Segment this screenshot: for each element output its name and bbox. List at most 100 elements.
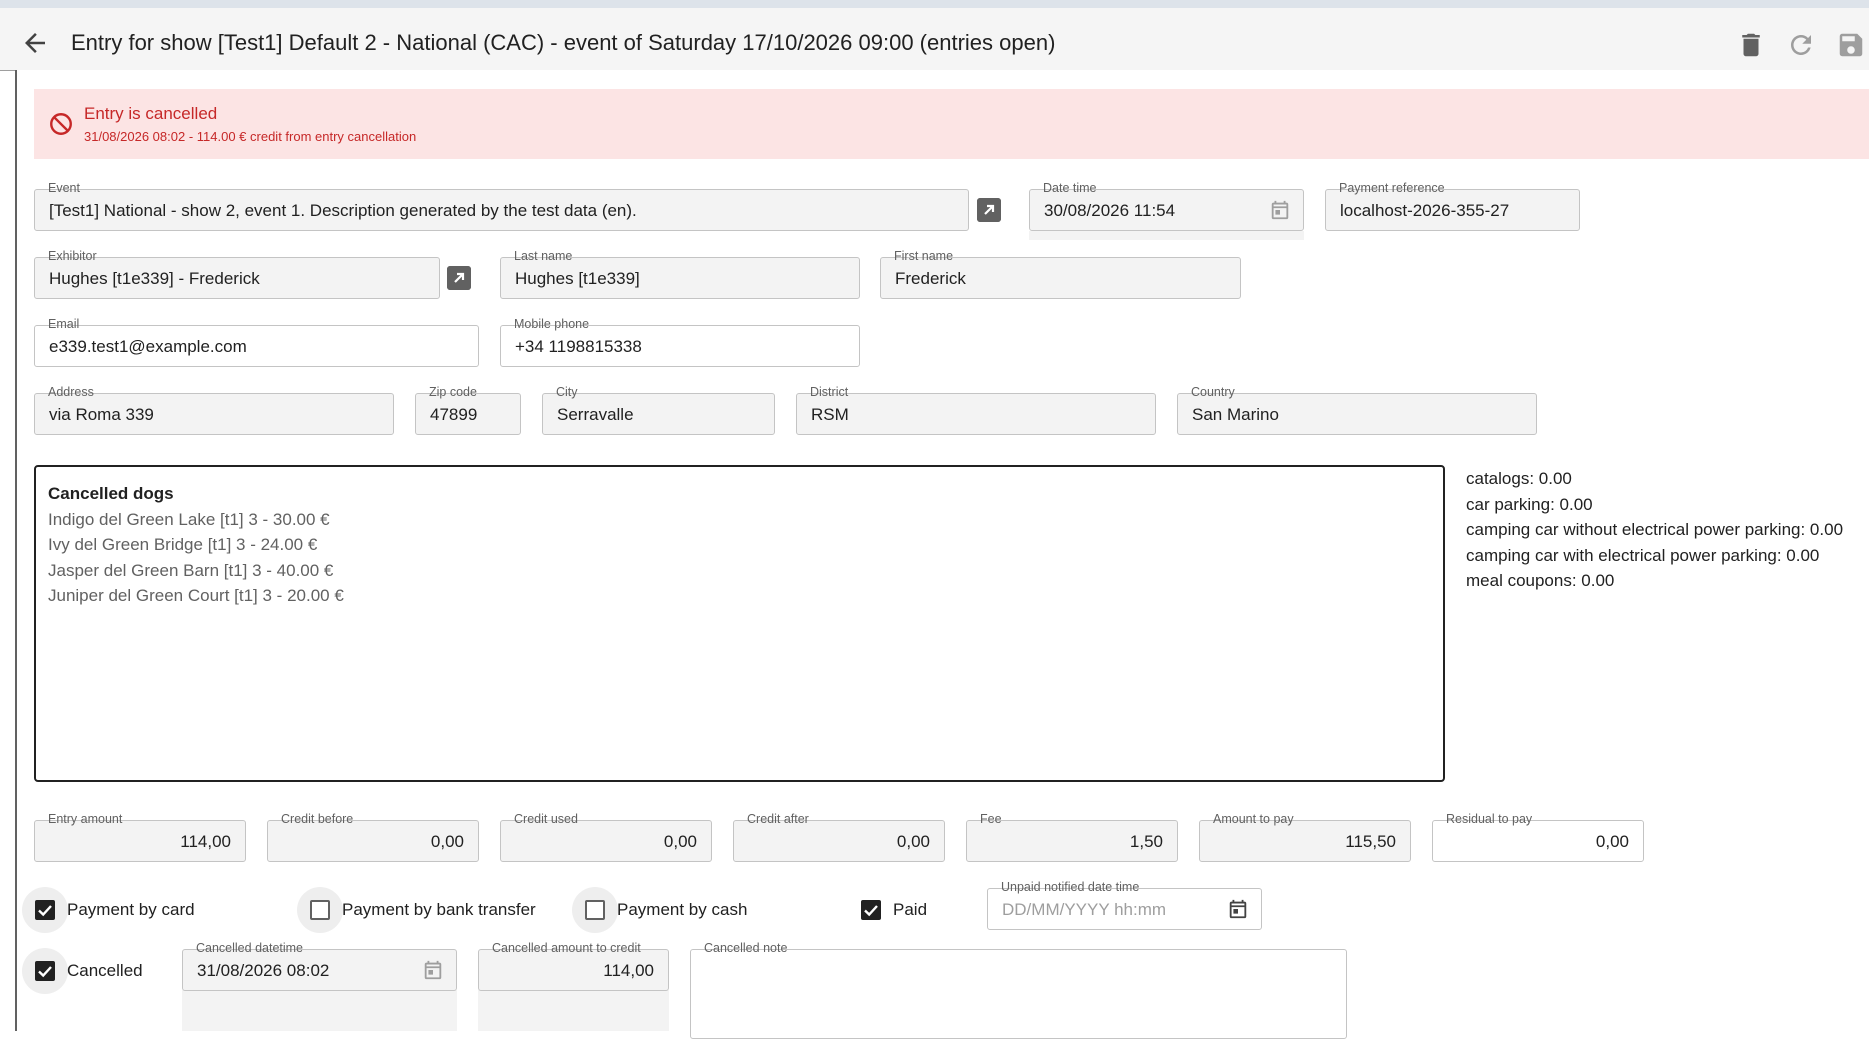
payment-by-cash-label: Payment by cash: [617, 900, 748, 919]
open-in-new-icon[interactable]: [977, 198, 1001, 222]
country-field[interactable]: Country San Marino: [1177, 385, 1537, 435]
amount-to-pay-field[interactable]: Amount to pay 115,50: [1199, 812, 1411, 862]
first-name-value: Frederick: [895, 269, 966, 288]
payment-by-bank-transfer-checkbox[interactable]: [297, 887, 343, 933]
top-strip: [0, 0, 1869, 8]
entry-amount-label: Entry amount: [45, 812, 126, 826]
address-value: via Roma 339: [49, 405, 154, 424]
exhibitor-field[interactable]: Exhibitor Hughes [t1e339] - Frederick: [34, 249, 440, 299]
residual-to-pay-value: 0,00: [1595, 832, 1629, 851]
exhibitor-value: Hughes [t1e339] - Frederick: [49, 269, 260, 288]
payment-by-cash-checkbox[interactable]: [572, 887, 618, 933]
undo-icon[interactable]: [1786, 30, 1816, 60]
last-name-field[interactable]: Last name Hughes [t1e339]: [500, 249, 860, 299]
extra-item: camping car with electrical power parkin…: [1466, 545, 1820, 565]
payment-by-card-checkbox[interactable]: [22, 887, 68, 933]
extra-item: car parking: 0.00: [1466, 494, 1593, 514]
calendar-icon[interactable]: [422, 959, 444, 981]
cancelled-amount-value: 114,00: [603, 961, 654, 980]
page-header: Entry for show [Test1] Default 2 - Natio…: [0, 8, 1869, 71]
zip-code-label: Zip code: [426, 385, 480, 399]
extras-list: catalogs: 0.00 car parking: 0.00 camping…: [1466, 466, 1843, 594]
payment-reference-label: Payment reference: [1336, 181, 1448, 195]
payment-by-bank-transfer-label: Payment by bank transfer: [342, 900, 536, 919]
exhibitor-label: Exhibitor: [45, 249, 100, 263]
residual-to-pay-label: Residual to pay: [1443, 812, 1536, 826]
cancelled-amount-field[interactable]: Cancelled amount to credit 114,00: [478, 941, 669, 991]
cancelled-datetime-field[interactable]: Cancelled datetime 31/08/2026 08:02: [182, 941, 457, 991]
alert-title: Entry is cancelled: [84, 104, 218, 123]
address-label: Address: [45, 385, 97, 399]
cancelled-alert: Entry is cancelled 31/08/2026 08:02 - 11…: [34, 89, 1869, 159]
cancelled-dogs-heading: Cancelled dogs: [48, 484, 174, 503]
zip-code-value: 47899: [430, 405, 478, 424]
save-icon[interactable]: [1836, 30, 1866, 60]
extra-item: camping car without electrical power par…: [1466, 520, 1844, 539]
first-name-field[interactable]: First name Frederick: [880, 249, 1241, 299]
event-field[interactable]: Event [Test1] National - show 2, event 1…: [34, 181, 969, 231]
credit-after-field[interactable]: Credit after 0,00: [733, 812, 945, 862]
date-time-value: 30/08/2026 11:54: [1044, 201, 1176, 220]
trash-icon[interactable]: [1736, 30, 1766, 60]
cancelled-datetime-label: Cancelled datetime: [193, 941, 307, 955]
dog-item: Jasper del Green Barn [t1] 3 - 40.00 €: [48, 561, 334, 580]
country-label: Country: [1188, 385, 1238, 399]
credit-used-field[interactable]: Credit used 0,00: [500, 812, 712, 862]
extra-item: meal coupons: 0.00: [1466, 571, 1615, 590]
paid-checkbox[interactable]: [848, 887, 894, 933]
date-time-field[interactable]: Date time 30/08/2026 11:54: [1029, 181, 1304, 231]
credit-used-value: 0,00: [663, 832, 697, 851]
fee-label: Fee: [977, 812, 1005, 826]
unpaid-notified-datetime-field[interactable]: Unpaid notified date time DD/MM/YYYY hh:…: [987, 880, 1262, 930]
district-field[interactable]: District RSM: [796, 385, 1156, 435]
last-name-value: Hughes [t1e339]: [515, 269, 640, 288]
email-label: Email: [45, 317, 83, 331]
calendar-icon[interactable]: [1269, 199, 1291, 221]
credit-before-label: Credit before: [278, 812, 357, 826]
payment-reference-field[interactable]: Payment reference localhost-2026-355-27: [1325, 181, 1580, 231]
address-field[interactable]: Address via Roma 339: [34, 385, 394, 435]
mobile-phone-label: Mobile phone: [511, 317, 593, 331]
unpaid-notified-datetime-label: Unpaid notified date time: [998, 880, 1143, 894]
last-name-label: Last name: [511, 249, 576, 263]
date-time-label: Date time: [1040, 181, 1100, 195]
email-field[interactable]: Email e339.test1@example.com: [34, 317, 479, 367]
credit-before-value: 0,00: [430, 832, 464, 851]
page-title: Entry for show [Test1] Default 2 - Natio…: [71, 30, 1056, 55]
mobile-phone-field[interactable]: Mobile phone +34 1198815338: [500, 317, 860, 367]
cancelled-datetime-value: 31/08/2026 08:02: [197, 961, 330, 980]
first-name-label: First name: [891, 249, 957, 263]
dog-item: Ivy del Green Bridge [t1] 3 - 24.00 €: [48, 535, 318, 554]
credit-before-field[interactable]: Credit before 0,00: [267, 812, 479, 862]
city-field[interactable]: City Serravalle: [542, 385, 775, 435]
entry-amount-value: 114,00: [180, 832, 231, 851]
unpaid-notified-datetime-placeholder: DD/MM/YYYY hh:mm: [1002, 900, 1167, 919]
zip-code-field[interactable]: Zip code 47899: [415, 385, 521, 435]
cancelled-note-field[interactable]: Cancelled note: [690, 941, 1347, 1039]
paid-label: Paid: [893, 900, 928, 919]
amount-to-pay-label: Amount to pay: [1210, 812, 1297, 826]
credit-after-value: 0,00: [896, 832, 930, 851]
arrow-back-icon[interactable]: [20, 28, 50, 58]
payment-reference-value: localhost-2026-355-27: [1340, 201, 1510, 220]
open-in-new-icon[interactable]: [447, 266, 471, 290]
date-time-underlay: [1029, 231, 1304, 240]
dog-item: Juniper del Green Court [t1] 3 - 20.00 €: [48, 586, 344, 605]
residual-to-pay-field[interactable]: Residual to pay 0,00: [1432, 812, 1644, 862]
country-value: San Marino: [1192, 405, 1279, 424]
fee-value: 1,50: [1129, 832, 1163, 851]
cancelled-amount-label: Cancelled amount to credit: [489, 941, 644, 955]
district-value: RSM: [811, 405, 849, 424]
calendar-icon[interactable]: [1227, 898, 1249, 920]
email-value: e339.test1@example.com: [49, 337, 247, 356]
cancelled-amount-underlay: [478, 990, 669, 1031]
fee-field[interactable]: Fee 1,50: [966, 812, 1178, 862]
entry-amount-field[interactable]: Entry amount 114,00: [34, 812, 246, 862]
dog-item: Indigo del Green Lake [t1] 3 - 30.00 €: [48, 510, 330, 529]
amount-to-pay-value: 115,50: [1345, 832, 1396, 851]
credit-used-label: Credit used: [511, 812, 581, 826]
cancelled-note-label: Cancelled note: [701, 941, 791, 955]
alert-detail: 31/08/2026 08:02 - 114.00 € credit from …: [84, 129, 417, 144]
cancelled-checkbox[interactable]: [22, 948, 68, 994]
payment-by-card-label: Payment by card: [67, 900, 195, 919]
